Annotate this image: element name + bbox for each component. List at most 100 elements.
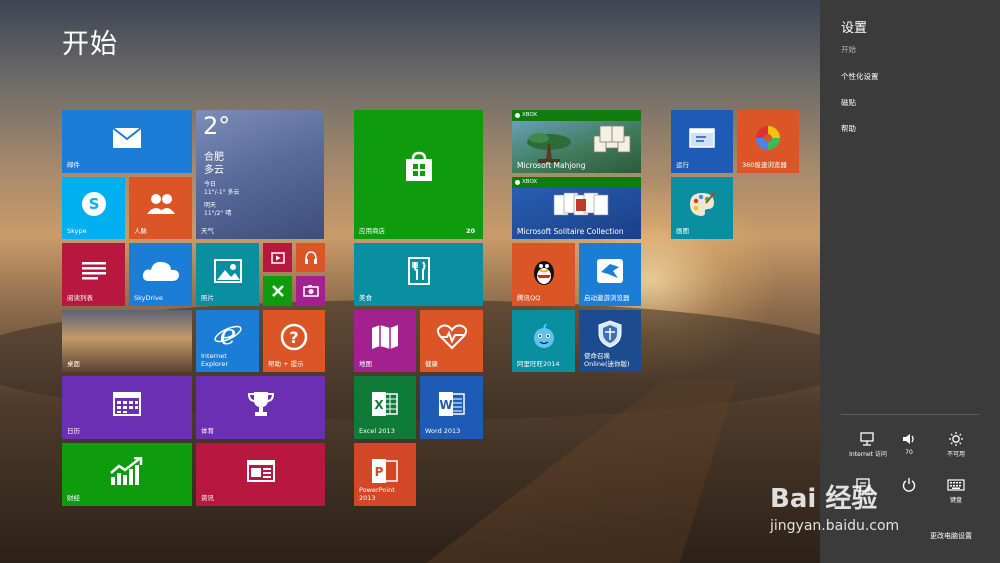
skype-icon: S: [81, 192, 106, 217]
bonsai-tree-icon: [527, 133, 571, 163]
tile-mahjong[interactable]: XBOX Microsoft Mahjong: [512, 110, 641, 173]
tile-weather[interactable]: 2° 合肥 多云 今日 11°/-1° 多云 明天 11°/2° 晴 天气: [196, 110, 324, 239]
settings-item-help[interactable]: 帮助: [841, 123, 856, 134]
photo-icon: [213, 258, 242, 283]
tile-label: Microsoft Solitaire Collection: [517, 226, 624, 236]
help-icon: ?: [280, 324, 308, 351]
tile-label: 启动遨游浏览器: [584, 293, 630, 302]
weather-tomorrow-range: 11°/2° 晴: [204, 210, 232, 217]
playing-cards-icon: [553, 192, 609, 216]
calendar-icon: [113, 391, 141, 416]
tile-label: Word 2013: [425, 426, 461, 435]
qq-penguin-icon: [533, 260, 554, 285]
power-icon: [902, 478, 916, 492]
tile-video[interactable]: [263, 243, 292, 272]
xbox-brand: XBOX: [512, 110, 641, 121]
tile-maps[interactable]: 地图: [354, 310, 416, 372]
svg-text:S: S: [88, 195, 99, 213]
tile-label: Internet Explorer: [201, 352, 229, 368]
tile-qq[interactable]: 腾讯QQ: [512, 243, 575, 306]
tile-360-browser[interactable]: 360极速浏览器: [737, 110, 799, 173]
quick-setting-network[interactable]: Internet 访问: [843, 432, 893, 458]
people-icon: [146, 194, 175, 215]
svg-text:W: W: [439, 398, 452, 412]
camera-icon: [302, 285, 319, 297]
fork-knife-icon: [407, 256, 430, 285]
tile-aliwangwang[interactable]: 阿里旺旺2014: [512, 310, 575, 372]
tile-label: 应用商店: [359, 226, 385, 235]
tile-cod-online[interactable]: 使命召唤 Online(迷你版): [579, 310, 641, 372]
tile-skydrive[interactable]: SkyDrive: [129, 243, 192, 306]
quick-setting-keyboard[interactable]: 键盘: [936, 478, 976, 504]
tile-label: 运行: [676, 160, 689, 169]
tile-skype[interactable]: S Skype: [62, 177, 125, 239]
settings-subtitle-start: 开始: [841, 45, 856, 54]
quick-setting-power[interactable]: [889, 478, 929, 495]
tile-camera[interactable]: [296, 276, 325, 306]
tile-reading-list[interactable]: 阅读列表: [62, 243, 125, 306]
tile-word[interactable]: W Word 2013: [420, 376, 483, 439]
tile-label: Microsoft Mahjong: [517, 160, 586, 170]
tile-paint[interactable]: 画图: [671, 177, 733, 239]
tile-calendar[interactable]: 日历: [62, 376, 192, 439]
tile-food[interactable]: 美食: [354, 243, 483, 306]
news-icon: [246, 459, 275, 482]
tile-mail[interactable]: 邮件: [62, 110, 192, 173]
tile-games[interactable]: [263, 276, 292, 306]
start-title: 开始: [62, 29, 118, 60]
reading-list-icon: [81, 261, 106, 280]
weather-temp: 2°: [203, 112, 231, 140]
tile-label: 阅读列表: [67, 293, 93, 302]
tile-solitaire[interactable]: XBOX Microsoft Solitaire Collection: [512, 177, 641, 239]
word-icon: W: [438, 391, 465, 416]
speaker-icon: [903, 434, 914, 444]
aliwangwang-icon: [533, 324, 554, 349]
tile-ie[interactable]: e Internet Explorer: [196, 310, 259, 372]
tile-news[interactable]: 资讯: [196, 443, 325, 506]
maxthon-bird-icon: [597, 258, 623, 283]
quick-setting-volume[interactable]: 70: [889, 432, 929, 456]
xbox-brand: XBOX: [512, 177, 641, 188]
video-icon: [270, 251, 285, 264]
weather-today-range: 11°/-1° 多云: [204, 189, 240, 196]
quick-setting-label: Internet 访问: [849, 451, 887, 458]
tile-powerpoint[interactable]: P PowerPoint 2013: [354, 443, 416, 506]
tile-label: Skype: [67, 226, 87, 235]
cloud-icon: [142, 261, 179, 281]
mail-icon: [112, 126, 142, 148]
store-update-badge: 20: [465, 227, 475, 235]
settings-item-tiles[interactable]: 磁贴: [841, 97, 856, 108]
tile-label: 使命召唤 Online(迷你版): [584, 352, 630, 368]
svg-text:P: P: [375, 465, 384, 479]
svg-text:?: ?: [289, 328, 298, 347]
tile-photos[interactable]: 照片: [196, 243, 259, 306]
tile-store[interactable]: 应用商店 20: [354, 110, 483, 239]
tile-desktop[interactable]: 桌面: [62, 310, 192, 372]
tile-label: 帮助 + 提示: [268, 359, 304, 368]
tile-run[interactable]: 运行: [671, 110, 733, 173]
excel-icon: X: [372, 391, 398, 416]
tile-excel[interactable]: X Excel 2013: [354, 376, 416, 439]
tile-finance[interactable]: 财经: [62, 443, 192, 506]
tile-maxthon[interactable]: 启动遨游浏览器: [579, 243, 641, 306]
tile-music[interactable]: [296, 243, 325, 272]
colorful-ring-icon: [756, 125, 780, 150]
brightness-icon: [949, 432, 963, 446]
heart-pulse-icon: [436, 324, 467, 350]
quick-setting-brightness[interactable]: 不可用: [936, 432, 976, 458]
tile-people[interactable]: 人脉: [129, 177, 192, 239]
settings-item-personalize[interactable]: 个性化设置: [841, 71, 879, 82]
tile-sports[interactable]: 体育: [196, 376, 325, 439]
settings-title: 设置: [841, 21, 868, 36]
change-pc-settings-link[interactable]: 更改电脑设置: [930, 531, 972, 541]
tile-label: 人脉: [134, 226, 147, 235]
svg-text:X: X: [374, 398, 384, 412]
tile-label: 360极速浏览器: [742, 160, 787, 169]
weather-condition: 多云: [204, 165, 224, 176]
tile-label: 财经: [67, 493, 80, 502]
tile-label: 健康: [425, 359, 438, 368]
tile-label: SkyDrive: [134, 293, 163, 302]
tile-help[interactable]: ? 帮助 + 提示: [263, 310, 325, 372]
tile-health[interactable]: 健康: [420, 310, 483, 372]
tile-label: PowerPoint 2013: [359, 486, 395, 502]
